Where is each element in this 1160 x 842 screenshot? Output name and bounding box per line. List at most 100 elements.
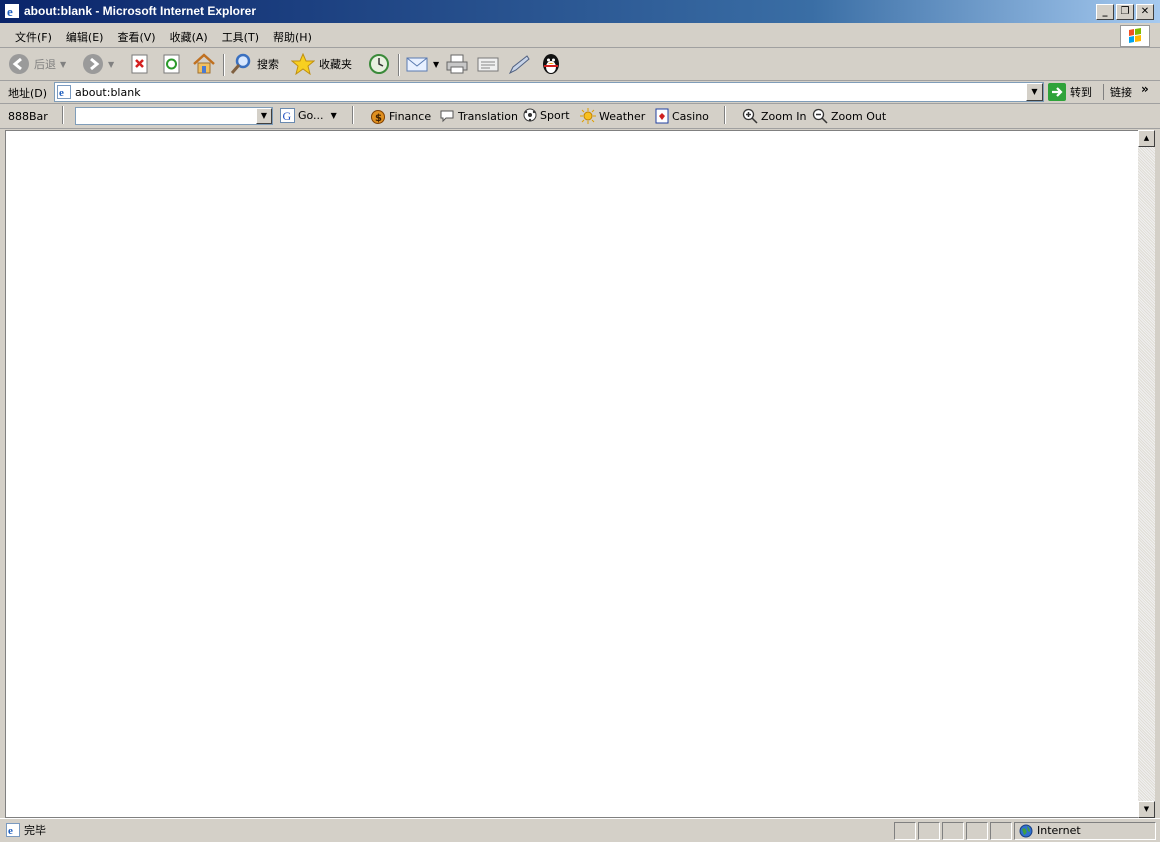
mail-icon — [406, 57, 428, 72]
refresh-button[interactable] — [162, 52, 182, 76]
links-chevron-icon[interactable]: » — [1141, 82, 1149, 96]
home-icon — [193, 53, 215, 74]
address-input[interactable] — [75, 85, 1005, 99]
edit-button[interactable] — [476, 52, 500, 76]
menu-edit[interactable]: 编辑(E) — [59, 27, 111, 47]
history-icon — [369, 54, 389, 74]
print-button[interactable] — [445, 52, 469, 76]
speech-bubble-icon — [440, 110, 454, 123]
address-label: 地址(D) — [8, 87, 48, 100]
stop-icon — [131, 54, 148, 74]
minimize-button[interactable]: _ — [1096, 4, 1114, 20]
chevron-down-icon[interactable]: ▼ — [60, 60, 66, 69]
translation-label: Translation — [458, 109, 518, 123]
status-panel — [942, 822, 964, 840]
restore-button[interactable]: ❐ — [1116, 4, 1134, 20]
windows-logo-icon — [1120, 25, 1150, 47]
888bar-label: 888Bar — [8, 110, 48, 123]
go-label: 转到 — [1070, 86, 1092, 99]
status-panel — [990, 822, 1012, 840]
page-content[interactable] — [5, 130, 1140, 818]
finance-label: Finance — [389, 109, 432, 123]
soccer-ball-icon — [523, 108, 537, 122]
svg-text:e: e — [8, 825, 13, 837]
888bar-sport[interactable]: Sport — [523, 108, 570, 122]
chevron-down-icon[interactable]: ▼ — [108, 60, 114, 69]
playing-card-icon — [655, 108, 669, 124]
qq-button[interactable] — [539, 52, 563, 76]
history-button[interactable] — [367, 52, 391, 76]
status-panel — [966, 822, 988, 840]
menu-favorites[interactable]: 收藏(A) — [163, 27, 215, 47]
888bar-zoom-in[interactable]: Zoom In — [742, 108, 806, 124]
favorites-label: 收藏夹 — [319, 58, 352, 71]
search-label: 搜索 — [257, 58, 279, 71]
google-icon: G — [280, 108, 295, 123]
home-button[interactable] — [192, 52, 216, 76]
status-panel — [894, 822, 916, 840]
toolbar-separator — [398, 54, 400, 76]
toolbar-separator — [62, 106, 64, 124]
zoom-in-icon — [742, 108, 758, 124]
back-arrow-icon — [9, 54, 29, 74]
mail-button[interactable]: ▼ — [405, 52, 439, 76]
svg-text:$: $ — [375, 113, 382, 124]
svg-text:e: e — [7, 4, 13, 18]
finance-icon: $ — [371, 110, 385, 124]
888bar-search-input[interactable] — [76, 108, 258, 122]
888bar-go-button[interactable]: G Go... ▼ — [280, 108, 337, 123]
svg-text:e: e — [59, 87, 64, 99]
sport-label: Sport — [540, 108, 570, 122]
888bar-zoom-out[interactable]: Zoom Out — [812, 108, 886, 124]
zoom-out-label: Zoom Out — [831, 109, 887, 123]
menu-view[interactable]: 查看(V) — [110, 27, 162, 47]
vertical-scrollbar[interactable]: ▲ ▼ — [1138, 130, 1155, 818]
ie-page-icon: e — [57, 85, 71, 99]
888bar-casino[interactable]: Casino — [655, 108, 709, 124]
browser-window: e about:blank - Microsoft Internet Explo… — [0, 0, 1160, 842]
back-label: 后退 — [34, 58, 56, 71]
menu-tools[interactable]: 工具(T) — [215, 27, 266, 47]
stop-button[interactable] — [130, 52, 150, 76]
svg-text:G: G — [283, 109, 292, 123]
888bar-search-dropdown[interactable]: ▼ — [256, 108, 272, 124]
address-dropdown-button[interactable]: ▼ — [1026, 83, 1043, 101]
printer-icon — [446, 54, 468, 74]
toolbar-separator — [724, 106, 726, 124]
888bar-finance[interactable]: $ Finance — [370, 108, 431, 124]
chevron-down-icon[interactable]: ▼ — [331, 111, 337, 120]
casino-label: Casino — [672, 109, 709, 123]
888bar-search-field[interactable]: ▼ — [75, 107, 273, 125]
title-bar[interactable]: e about:blank - Microsoft Internet Explo… — [0, 0, 1160, 23]
links-button[interactable]: 链接 — [1103, 84, 1132, 100]
favorites-button[interactable]: 收藏夹 — [291, 52, 352, 76]
888bar-translation[interactable]: Translation — [439, 108, 518, 124]
chevron-down-icon[interactable]: ▼ — [433, 60, 439, 69]
status-text-area: e 完毕 — [6, 822, 46, 838]
weather-label: Weather — [599, 109, 646, 123]
go-arrow-icon — [1048, 83, 1066, 101]
close-button[interactable]: ✕ — [1136, 4, 1154, 20]
menu-file[interactable]: 文件(F) — [8, 27, 59, 47]
menu-bar: 文件(F) 编辑(E) 查看(V) 收藏(A) 工具(T) 帮助(H) — [0, 23, 1160, 48]
star-icon — [291, 53, 315, 75]
discuss-button[interactable] — [507, 52, 531, 76]
search-icon — [230, 53, 251, 74]
menu-help[interactable]: 帮助(H) — [266, 27, 319, 47]
back-button[interactable]: 后退 ▼ — [8, 52, 66, 76]
ie-logo-icon: e — [5, 4, 19, 18]
security-zone-label: Internet — [1037, 824, 1081, 837]
scroll-down-button[interactable]: ▼ — [1138, 801, 1155, 818]
scroll-up-button[interactable]: ▲ — [1138, 130, 1155, 147]
search-button[interactable]: 搜索 — [229, 52, 279, 76]
security-zone-panel[interactable]: Internet — [1014, 822, 1156, 840]
zoom-in-label: Zoom In — [761, 109, 807, 123]
toolbar-separator — [223, 54, 225, 76]
888bar-weather[interactable]: Weather — [580, 108, 645, 124]
forward-button[interactable]: ▼ — [82, 52, 114, 76]
go-button[interactable]: 转到 — [1048, 83, 1092, 101]
status-panel — [918, 822, 940, 840]
address-field[interactable]: e ▼ — [54, 82, 1044, 102]
forward-arrow-icon — [83, 54, 103, 74]
qq-penguin-icon — [543, 54, 559, 74]
